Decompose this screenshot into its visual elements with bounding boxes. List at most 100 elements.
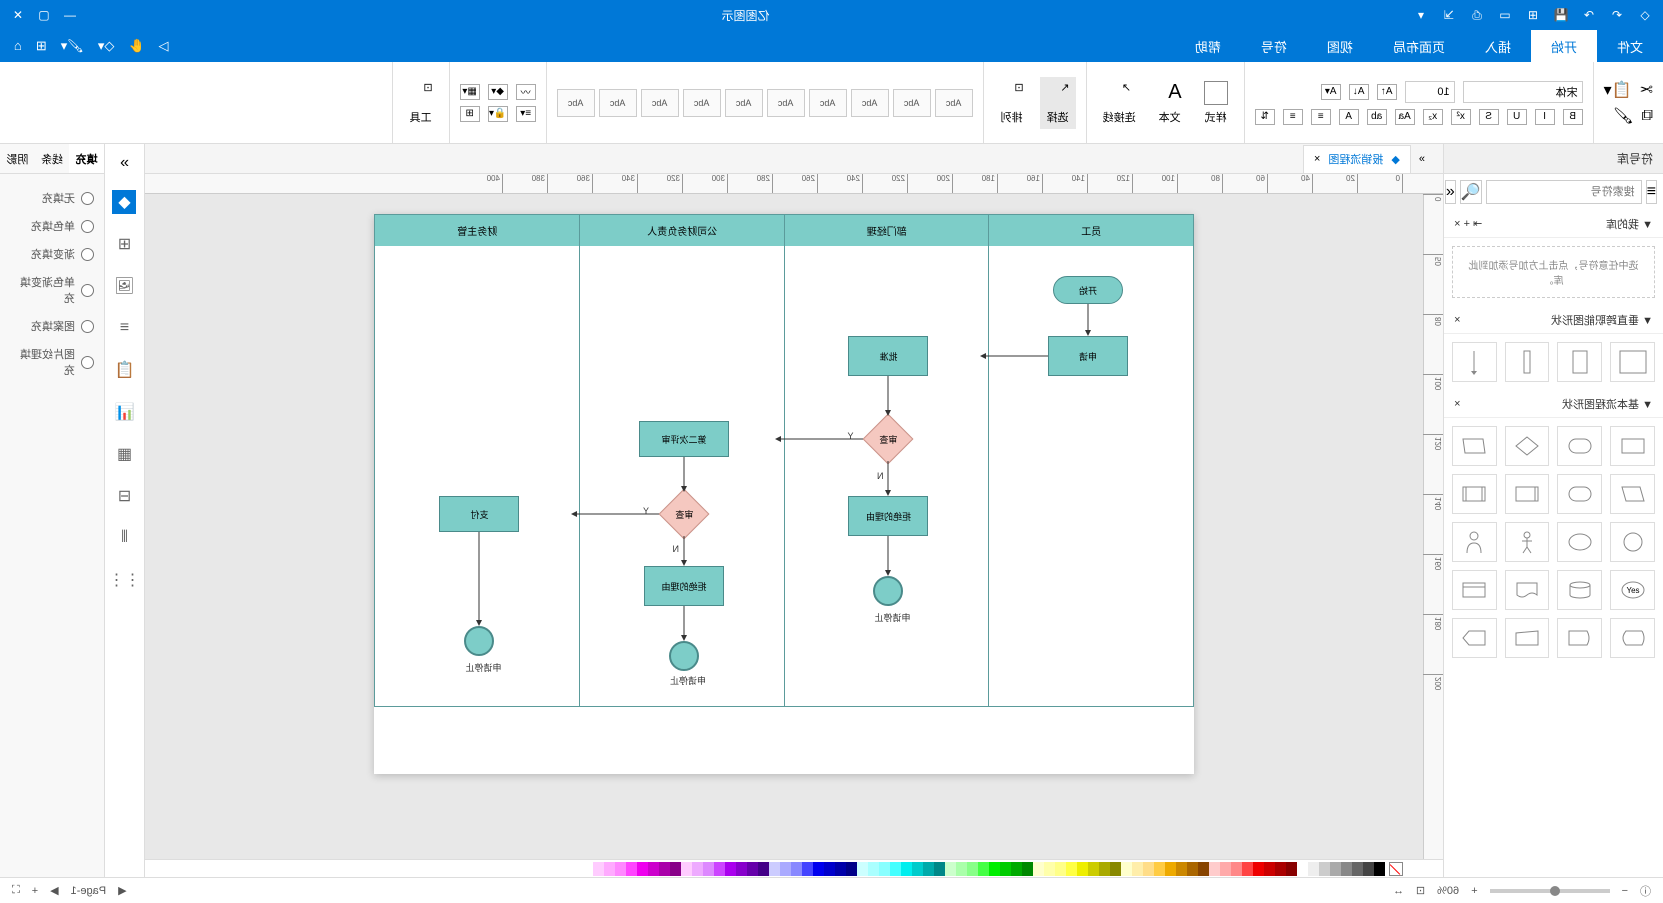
fill-option-texture[interactable]: 图片纹理填充 bbox=[10, 340, 94, 384]
menu-help[interactable]: 帮助 bbox=[1175, 30, 1241, 62]
close-section-icon[interactable]: × bbox=[1454, 314, 1460, 326]
menu-view[interactable]: 视图 bbox=[1307, 30, 1373, 62]
color-swatch[interactable] bbox=[1022, 862, 1033, 876]
fit-width-icon[interactable]: ↔ bbox=[1393, 885, 1404, 897]
color-swatch[interactable] bbox=[1363, 862, 1374, 876]
color-swatch[interactable] bbox=[1275, 862, 1286, 876]
shape-terminator[interactable] bbox=[1558, 426, 1603, 466]
export-icon[interactable]: ⇲ bbox=[1441, 7, 1457, 23]
page[interactable]: 员工 部门经理 公司财务负责人 财务主管 开始 申请 bbox=[374, 214, 1194, 774]
font-grow-icon[interactable]: A↑ bbox=[1377, 84, 1397, 100]
save-icon[interactable]: 💾 bbox=[1553, 7, 1569, 23]
search-input[interactable] bbox=[1486, 180, 1642, 204]
color-swatch[interactable] bbox=[1330, 862, 1341, 876]
strip-grid-icon[interactable]: ⊞ bbox=[113, 232, 137, 256]
theme-4[interactable]: Abc bbox=[809, 89, 847, 117]
color-swatch[interactable] bbox=[1319, 862, 1330, 876]
zoom-slider[interactable] bbox=[1490, 889, 1610, 893]
shape-yes[interactable]: Yes bbox=[1610, 570, 1655, 610]
color-swatch[interactable] bbox=[1066, 862, 1077, 876]
shape-reason2[interactable]: 拒绝的理由 bbox=[644, 566, 724, 606]
lane-header-3[interactable]: 公司财务负责人 bbox=[580, 215, 785, 246]
align-left-icon[interactable]: ≡ bbox=[1311, 109, 1331, 125]
shape-end3[interactable] bbox=[465, 626, 495, 656]
style-button[interactable]: 样式 bbox=[1198, 77, 1234, 129]
connector-button[interactable]: ↗连接线 bbox=[1097, 77, 1142, 129]
theme-9[interactable]: Abc bbox=[599, 89, 637, 117]
add-icon[interactable]: + bbox=[1464, 218, 1470, 230]
superscript-button[interactable]: x² bbox=[1451, 109, 1471, 125]
text-button[interactable]: A文本 bbox=[1152, 77, 1188, 129]
color-swatch[interactable] bbox=[1044, 862, 1055, 876]
strip-org-icon[interactable]: ⊟ bbox=[113, 484, 137, 508]
import-icon[interactable]: ⇥ bbox=[1473, 218, 1482, 230]
color-swatch[interactable] bbox=[1165, 862, 1176, 876]
prev-page-icon[interactable]: ◀ bbox=[118, 884, 126, 897]
close-section-icon[interactable]: × bbox=[1454, 398, 1460, 410]
shape-apply[interactable]: 申请 bbox=[1048, 336, 1128, 376]
paint-tool-icon[interactable]: 🖌▾ bbox=[61, 38, 84, 54]
shape-parallelogram[interactable] bbox=[1610, 474, 1655, 514]
doc-close-icon[interactable]: × bbox=[1314, 153, 1320, 165]
color-swatch[interactable] bbox=[1253, 862, 1264, 876]
color-swatch[interactable] bbox=[604, 862, 615, 876]
fit-page-icon[interactable]: ⊡ bbox=[1416, 884, 1425, 897]
no-color-icon[interactable] bbox=[1389, 862, 1403, 876]
font-name-select[interactable] bbox=[1463, 81, 1583, 103]
color-swatch[interactable] bbox=[813, 862, 824, 876]
color-swatch[interactable] bbox=[593, 862, 604, 876]
color-swatch[interactable] bbox=[868, 862, 879, 876]
color-swatch[interactable] bbox=[1209, 862, 1220, 876]
strip-layers-icon[interactable]: ≡ bbox=[113, 316, 137, 340]
basic-flowchart-section[interactable]: ▼ 基本流程图形状× bbox=[1444, 390, 1663, 418]
collapse-right-icon[interactable]: » bbox=[120, 154, 129, 172]
color-swatch[interactable] bbox=[934, 862, 945, 876]
color-swatch[interactable] bbox=[846, 862, 857, 876]
shape-manual[interactable] bbox=[1505, 618, 1550, 658]
arrange-button[interactable]: ⊡排列 bbox=[994, 77, 1030, 129]
shape-predefined[interactable] bbox=[1505, 474, 1550, 514]
shape-document[interactable] bbox=[1505, 570, 1550, 610]
lane-body-2[interactable]: 批准 审查 拒绝的理由 申请停止 Y N bbox=[784, 246, 989, 706]
shape-vlane[interactable] bbox=[1558, 342, 1603, 382]
pointer-tool-icon[interactable]: ▷ bbox=[159, 38, 169, 54]
color-swatch[interactable] bbox=[967, 862, 978, 876]
color-swatch[interactable] bbox=[1143, 862, 1154, 876]
add-page-icon[interactable]: + bbox=[32, 885, 38, 897]
color-swatch[interactable] bbox=[824, 862, 835, 876]
color-swatch[interactable] bbox=[978, 862, 989, 876]
vertical-swimlane-section[interactable]: ▼ 垂直跨职能图形状× bbox=[1444, 306, 1663, 334]
shape-end2[interactable] bbox=[669, 641, 699, 671]
color-swatch[interactable] bbox=[747, 862, 758, 876]
color-swatch[interactable] bbox=[835, 862, 846, 876]
lane-header-1[interactable]: 员工 bbox=[989, 215, 1194, 246]
info-icon[interactable]: ⓘ bbox=[1640, 883, 1651, 899]
shape-tag[interactable] bbox=[1452, 618, 1497, 658]
shape-display[interactable] bbox=[1610, 618, 1655, 658]
color-swatch[interactable] bbox=[1110, 862, 1121, 876]
color-swatch[interactable] bbox=[791, 862, 802, 876]
color-swatch[interactable] bbox=[1341, 862, 1352, 876]
shape-review1[interactable]: 审查 bbox=[863, 414, 914, 465]
color-swatch[interactable] bbox=[1176, 862, 1187, 876]
my-library-section[interactable]: ▼ 我的库 ⇥ + × bbox=[1444, 210, 1663, 238]
undo-icon[interactable]: ↶ bbox=[1609, 7, 1625, 23]
color-swatch[interactable] bbox=[1352, 862, 1363, 876]
print-icon[interactable]: ⎙ bbox=[1469, 7, 1485, 23]
line-weight-icon[interactable]: ≡▾ bbox=[516, 106, 536, 122]
lane-body-4[interactable]: 支付 申请停止 bbox=[375, 246, 580, 706]
maximize-icon[interactable]: ▢ bbox=[36, 7, 52, 23]
tab-line[interactable]: 线条 bbox=[35, 144, 70, 173]
fullscreen-icon[interactable]: ⛶ bbox=[12, 884, 20, 897]
shape-process[interactable] bbox=[1610, 426, 1655, 466]
color-swatch[interactable] bbox=[1231, 862, 1242, 876]
color-swatch[interactable] bbox=[1099, 862, 1110, 876]
tools-button[interactable]: ⊡工具 bbox=[403, 77, 439, 129]
close-icon[interactable]: ✕ bbox=[10, 7, 26, 23]
color-swatch[interactable] bbox=[901, 862, 912, 876]
color-swatch[interactable] bbox=[714, 862, 725, 876]
line-style-icon[interactable]: 〰 bbox=[516, 84, 536, 100]
zoom-in-icon[interactable]: + bbox=[1471, 885, 1477, 897]
home-icon[interactable]: ⌂ bbox=[14, 38, 22, 54]
color-swatch[interactable] bbox=[1088, 862, 1099, 876]
